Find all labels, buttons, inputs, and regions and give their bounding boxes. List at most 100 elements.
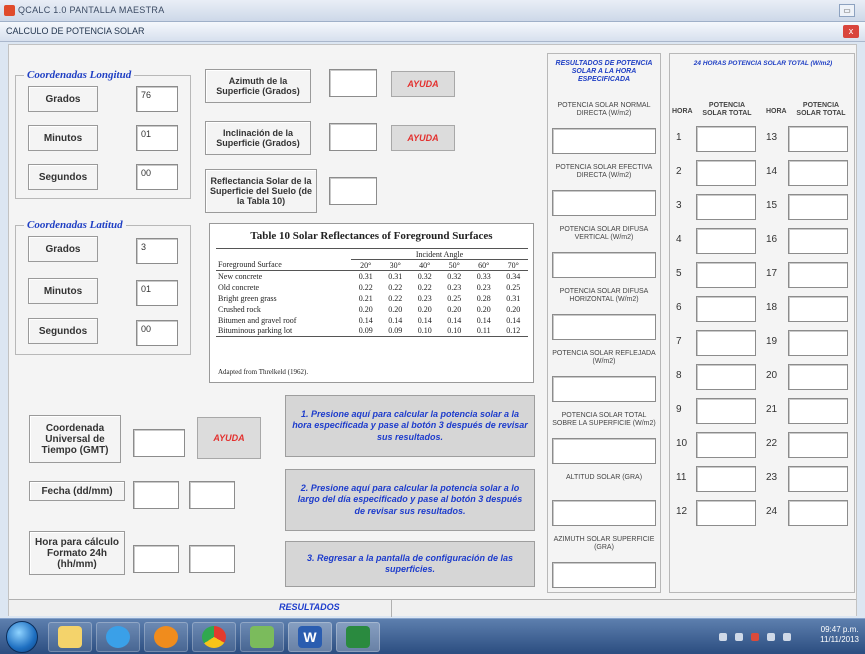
reflectance-cell: 0.23 <box>476 282 491 292</box>
resultado-output[interactable] <box>552 190 656 216</box>
fecha-month-input[interactable] <box>189 481 235 509</box>
gmt-input[interactable] <box>133 429 185 457</box>
status-bar: RESULTADOS <box>9 599 856 617</box>
gmt-ayuda-button[interactable]: AYUDA <box>197 417 261 459</box>
hour-potencia-output[interactable] <box>696 432 756 458</box>
tray-icon-1[interactable] <box>719 633 727 641</box>
hour-potencia-output[interactable] <box>696 194 756 220</box>
hora-label: Hora para cálculo Formato 24h (hh/mm) <box>29 531 125 575</box>
hour-potencia-output[interactable] <box>696 296 756 322</box>
tray-icon-5[interactable] <box>783 633 791 641</box>
resultado-output[interactable] <box>552 438 656 464</box>
hour-potencia-output[interactable] <box>696 500 756 526</box>
reflectance-cell: 0.25 <box>447 293 462 303</box>
resultado-output[interactable] <box>552 562 656 588</box>
hour-potencia-output[interactable] <box>788 194 848 220</box>
taskbar-excel[interactable] <box>336 622 380 652</box>
reflectance-cell: 0.22 <box>358 282 373 292</box>
reflectance-cell: 0.20 <box>358 304 373 314</box>
clock-time: 09:47 p.m. <box>820 625 859 634</box>
resultado-output[interactable] <box>552 314 656 340</box>
table-row: Bright green grass 0.21 0.22 0.23 0.25 0.28 0.… <box>216 293 528 304</box>
latitud-frame: Coordenadas Latitud Grados 3 Minutos 01 … <box>15 219 191 355</box>
taskbar-media[interactable] <box>144 622 188 652</box>
hour-potencia-output[interactable] <box>696 398 756 424</box>
window-title-bar: QCALC 1.0 PANTALLA MAESTRA ▭ <box>0 0 865 22</box>
hora-minute-input[interactable] <box>189 545 235 573</box>
hour-potencia-output[interactable] <box>696 364 756 390</box>
hora-hour-input[interactable] <box>133 545 179 573</box>
hour-label: 13 <box>766 132 778 143</box>
latitud-minutos-input[interactable]: 01 <box>136 280 178 306</box>
form-title: CALCULO DE POTENCIA SOLAR <box>6 26 145 36</box>
hour-label: 23 <box>766 472 778 483</box>
longitud-segundos-input[interactable]: 00 <box>136 164 178 190</box>
hour-potencia-output[interactable] <box>696 160 756 186</box>
tray-icon-2[interactable] <box>735 633 743 641</box>
hour-potencia-output[interactable] <box>696 126 756 152</box>
reflectance-cell: 0.20 <box>447 304 462 314</box>
taskbar-app[interactable] <box>240 622 284 652</box>
close-button[interactable]: x <box>843 25 859 38</box>
reflectancia-input[interactable] <box>329 177 377 205</box>
taskbar-word[interactable]: W <box>288 622 332 652</box>
taskbar-ie[interactable] <box>96 622 140 652</box>
longitud-minutos-input[interactable]: 01 <box>136 125 178 151</box>
hour-potencia-output[interactable] <box>696 262 756 288</box>
inclinacion-ayuda-button[interactable]: AYUDA <box>391 125 455 151</box>
latitud-segundos-input[interactable]: 00 <box>136 320 178 346</box>
longitud-grados-label: Grados <box>28 86 98 112</box>
tray-icon-3[interactable] <box>751 633 759 641</box>
hour-potencia-output[interactable] <box>788 262 848 288</box>
latitud-grados-input[interactable]: 3 <box>136 238 178 264</box>
azimuth-ayuda-button[interactable]: AYUDA <box>391 71 455 97</box>
hour-potencia-output[interactable] <box>788 228 848 254</box>
hour-potencia-output[interactable] <box>788 398 848 424</box>
fecha-day-input[interactable] <box>133 481 179 509</box>
start-button[interactable] <box>6 621 38 653</box>
hour-label: 7 <box>676 336 682 347</box>
resultado-label: POTENCIA SOLAR EFECTIVA DIRECTA (W/m2) <box>555 164 653 180</box>
longitud-segundos-label: Segundos <box>28 164 98 190</box>
column-header-angle: 60° <box>468 259 499 271</box>
reflectance-cell: 0.23 <box>417 293 432 303</box>
tray-icon-4[interactable] <box>767 633 775 641</box>
reflectance-cell: 0.31 <box>358 271 373 281</box>
hour-potencia-output[interactable] <box>788 330 848 356</box>
taskbar-explorer[interactable] <box>48 622 92 652</box>
hour-label: 19 <box>766 336 778 347</box>
resultado-output[interactable] <box>552 376 656 402</box>
hour-potencia-output[interactable] <box>788 364 848 390</box>
maximize-button[interactable]: ▭ <box>839 4 855 17</box>
status-divider <box>391 600 392 617</box>
calc-dia-button[interactable]: 2. Presione aquí para calcular la potenc… <box>285 469 535 531</box>
horas-title: 24 HORAS POTENCIA SOLAR TOTAL (W/m2) <box>693 60 833 67</box>
hour-potencia-output[interactable] <box>788 296 848 322</box>
table-body: New concrete 0.31 0.31 0.32 0.32 0.33 0.34 Old … <box>216 271 528 337</box>
calc-hora-button[interactable]: 1. Presione aquí para calcular la potenc… <box>285 395 535 457</box>
resultado-output[interactable] <box>552 128 656 154</box>
azimuth-input[interactable] <box>329 69 377 97</box>
inclinacion-input[interactable] <box>329 123 377 151</box>
hour-potencia-output[interactable] <box>696 228 756 254</box>
reflectance-cell: 0.23 <box>447 282 462 292</box>
hour-potencia-output[interactable] <box>788 126 848 152</box>
hour-potencia-output[interactable] <box>788 160 848 186</box>
resultado-output[interactable] <box>552 252 656 278</box>
reflectance-table: Incident Angle Foreground Surface 20° 30° 4… <box>216 248 528 337</box>
hour-potencia-output[interactable] <box>788 466 848 492</box>
longitud-grados-input[interactable]: 76 <box>136 86 178 112</box>
table-row: Crushed rock 0.20 0.20 0.20 0.20 0.20 0.20 <box>216 304 528 315</box>
taskbar-chrome[interactable] <box>192 622 236 652</box>
latitud-grados-label: Grados <box>28 236 98 262</box>
hour-potencia-output[interactable] <box>788 500 848 526</box>
clock[interactable]: 09:47 p.m. 11/11/2013 <box>820 625 859 646</box>
hour-potencia-output[interactable] <box>696 466 756 492</box>
reflectance-cell: 0.20 <box>388 304 403 314</box>
resultado-output[interactable] <box>552 500 656 526</box>
hour-potencia-output[interactable] <box>696 330 756 356</box>
hour-potencia-output[interactable] <box>788 432 848 458</box>
hour-label: 14 <box>766 166 778 177</box>
regresar-button[interactable]: 3. Regresar a la pantalla de configuraci… <box>285 541 535 587</box>
hour-label: 6 <box>676 302 682 313</box>
